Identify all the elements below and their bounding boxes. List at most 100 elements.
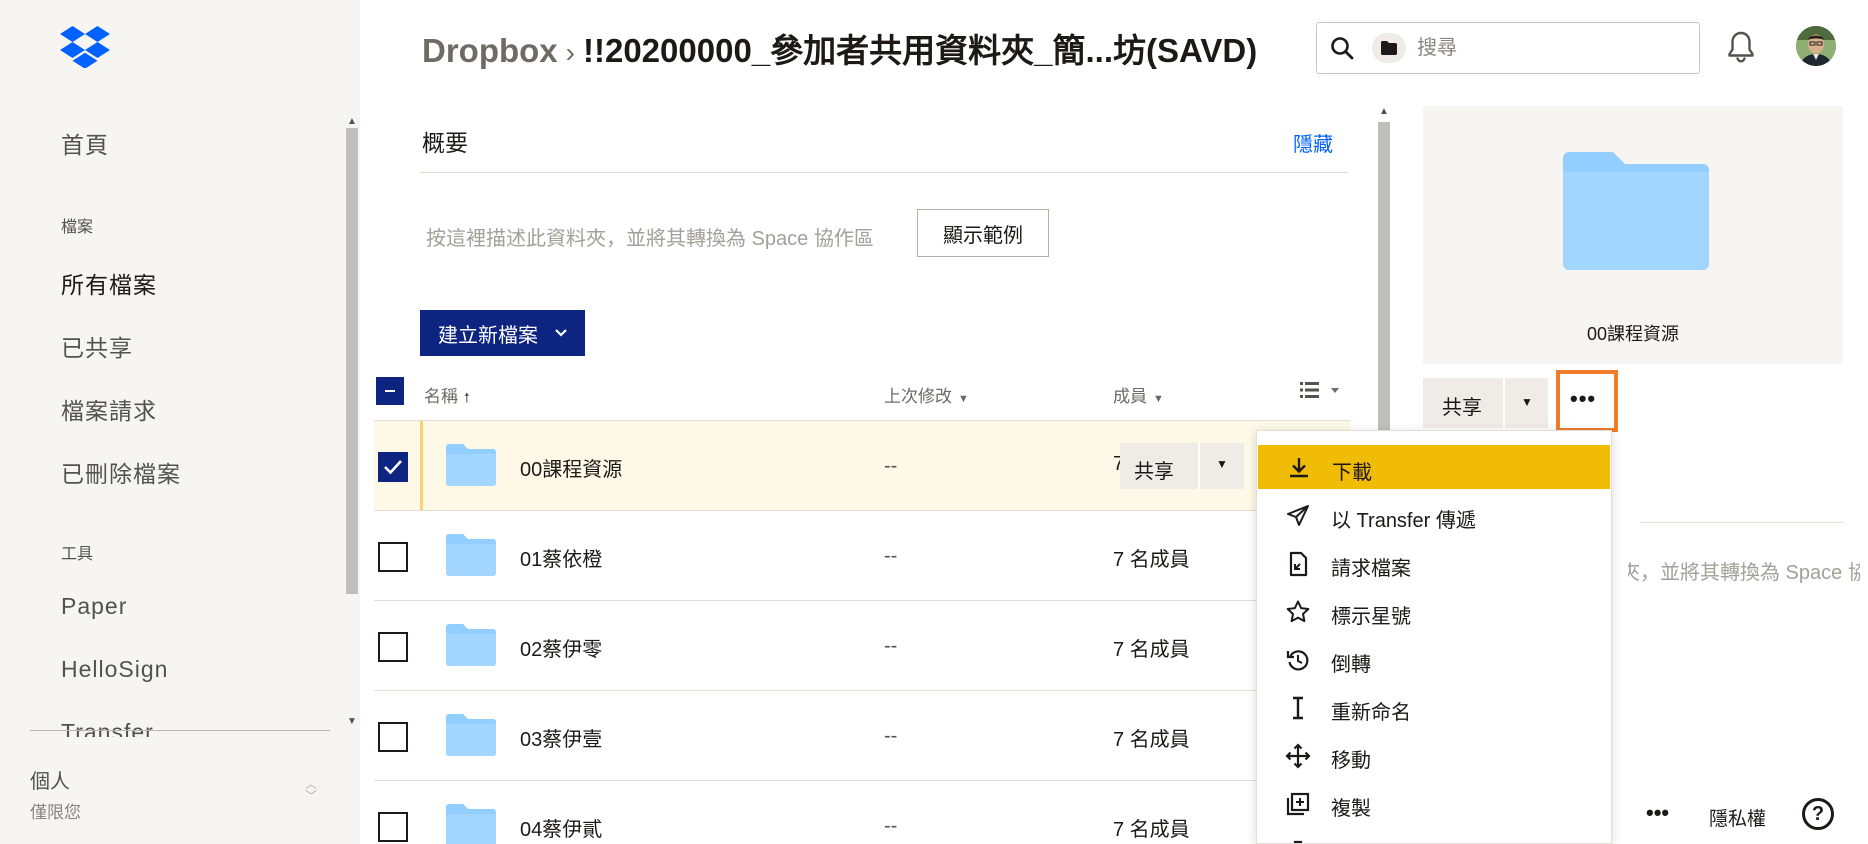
chevron-down-icon <box>555 329 567 337</box>
overview-title: 概要 <box>422 130 468 156</box>
panel-share-button[interactable]: 共享 ▼ <box>1423 378 1548 428</box>
row-modified: -- <box>884 725 898 747</box>
create-new-file-label: 建立新檔案 <box>438 324 538 347</box>
column-name[interactable]: 名稱 🠕 <box>424 382 470 411</box>
sidebar-item-home[interactable]: 首頁 <box>61 126 109 160</box>
row-checkbox[interactable] <box>378 542 408 572</box>
breadcrumb-current: !!20200000_參加者共用資料夾_簡...坊(SAVD) <box>583 32 1258 69</box>
menu-item-label: 刪除 <box>1331 840 1371 843</box>
menu-item-delete[interactable]: 刪除 <box>1257 829 1611 843</box>
row-name[interactable]: 00課程資源 <box>520 453 622 482</box>
row-name[interactable]: 04蔡伊貳 <box>520 813 602 842</box>
folder-icon <box>446 714 496 756</box>
footer-more-icon[interactable]: ••• <box>1646 800 1669 826</box>
avatar[interactable] <box>1796 26 1836 66</box>
row-checkbox[interactable] <box>378 632 408 662</box>
row-checkbox[interactable] <box>378 722 408 752</box>
select-all-checkbox[interactable] <box>376 377 404 405</box>
overview-description[interactable]: 按這裡描述此資料夾，並將其轉換為 Space 協作區 <box>426 222 874 251</box>
row-share-button[interactable]: 共享 ▼ <box>1120 443 1244 489</box>
sidebar-item-all-files[interactable]: 所有檔案 <box>61 266 157 300</box>
row-members: 7 名成員 <box>1113 819 1190 841</box>
breadcrumb-root[interactable]: Dropbox <box>422 32 558 69</box>
main-scroll-up-icon[interactable]: ▲ <box>1379 106 1389 117</box>
column-modified[interactable]: 上次修改 ▼ <box>884 382 969 407</box>
column-members[interactable]: 成員 ▼ <box>1113 382 1164 407</box>
menu-item-rename[interactable]: 重新命名 <box>1257 685 1611 729</box>
folder-icon <box>446 624 496 666</box>
sidebar-divider <box>30 730 330 731</box>
move-icon <box>1285 743 1311 769</box>
download-icon <box>1290 458 1308 478</box>
row-name[interactable]: 02蔡伊零 <box>520 633 602 662</box>
menu-item-download[interactable]: 下載 <box>1258 445 1610 489</box>
menu-item-label: 請求檔案 <box>1331 558 1411 580</box>
panel-share-label: 共享 <box>1442 397 1482 419</box>
sidebar-scroll-thumb[interactable] <box>346 128 358 594</box>
sidebar-item-paper[interactable]: Paper <box>61 593 127 620</box>
share-split-divider <box>1503 378 1505 428</box>
table-row[interactable]: 01蔡依橙 -- 7 名成員 <box>374 510 1350 600</box>
row-name[interactable]: 03蔡伊壹 <box>520 723 602 752</box>
sidebar-scroll-down-icon[interactable]: ▼ <box>347 716 357 727</box>
search-input[interactable] <box>1417 32 1687 64</box>
show-example-button[interactable]: 顯示範例 <box>917 209 1049 257</box>
row-checkbox[interactable] <box>378 452 408 482</box>
folder-icon <box>1563 152 1709 270</box>
menu-item-label: 複製 <box>1331 798 1371 820</box>
folder-icon <box>446 444 496 486</box>
menu-item-rewind[interactable]: 倒轉 <box>1257 637 1611 681</box>
menu-item-send-transfer[interactable]: 以 Transfer 傳遞 <box>1257 493 1611 537</box>
menu-item-move[interactable]: 移動 <box>1257 733 1611 777</box>
user-photo-icon <box>1796 26 1836 66</box>
sidebar-scroll-up-icon[interactable]: ▲ <box>347 116 357 127</box>
menu-item-star[interactable]: 標示星號 <box>1257 589 1611 633</box>
text-cursor-icon <box>1293 696 1303 720</box>
table-row[interactable]: 03蔡伊壹 -- 7 名成員 <box>374 690 1350 780</box>
sidebar-item-shared[interactable]: 已共享 <box>61 329 133 363</box>
create-new-file-button[interactable]: 建立新檔案 <box>420 310 585 356</box>
breadcrumb: Dropbox › !!20200000_參加者共用資料夾_簡...坊(SAVD) <box>422 24 1312 72</box>
privacy-link[interactable]: 隱私權 <box>1709 804 1766 831</box>
row-name[interactable]: 01蔡依橙 <box>520 543 602 572</box>
panel-divider <box>1640 522 1843 523</box>
search-scope-chip[interactable] <box>1372 33 1406 63</box>
caret-down-icon[interactable]: ▼ <box>1216 457 1228 471</box>
more-actions-menu: 下載 以 Transfer 傳遞 請求檔案 標示星號 倒轉 重新命名 移動 複製… <box>1256 430 1612 844</box>
hide-overview-link[interactable]: 隱藏 <box>1293 128 1333 157</box>
account-switch-icon[interactable]: ︿ ﹀ <box>305 778 317 802</box>
file-table-header: 名稱 🠕 上次修改 ▼ 成員 ▼ <box>374 372 1350 408</box>
menu-item-copy[interactable]: 複製 <box>1257 781 1611 825</box>
search-icon <box>1331 37 1354 60</box>
row-checkbox[interactable] <box>378 812 408 842</box>
sidebar-item-file-requests[interactable]: 檔案請求 <box>61 392 157 426</box>
folder-icon <box>446 534 496 576</box>
sidebar-item-hellosign[interactable]: HelloSign <box>61 656 168 683</box>
table-row[interactable]: 00課程資源 -- 7 共享 ▼ <box>374 420 1350 511</box>
row-modified: -- <box>884 455 898 477</box>
bell-icon[interactable] <box>1726 30 1756 64</box>
account-name[interactable]: 個人 <box>30 765 70 794</box>
row-modified: -- <box>884 815 898 837</box>
trash-icon <box>1293 840 1303 843</box>
help-icon[interactable]: ? <box>1802 798 1834 830</box>
sidebar-item-deleted-files[interactable]: 已刪除檔案 <box>61 455 181 489</box>
star-icon <box>1286 600 1310 623</box>
caret-down-icon: ▼ <box>958 393 969 405</box>
more-actions-button[interactable]: ••• <box>1556 370 1618 432</box>
list-view-icon[interactable] <box>1299 380 1347 400</box>
folder-preview: 00課程資源 <box>1423 106 1843 364</box>
share-split-divider <box>1198 443 1200 489</box>
sort-up-arrow-icon: 🠕 <box>464 390 470 405</box>
dropbox-logo-icon[interactable] <box>60 26 110 68</box>
panel-description[interactable]: 按這裡描述此資料夾，並將其轉換為 Space 協作區 <box>1628 556 1860 585</box>
folder-icon <box>446 804 496 844</box>
column-modified-label: 上次修改 <box>884 387 952 406</box>
table-row[interactable]: 04蔡伊貳 -- 7 名成員 <box>374 780 1350 844</box>
search-box[interactable] <box>1316 22 1700 74</box>
caret-down-icon[interactable]: ▼ <box>1521 395 1533 409</box>
table-row[interactable]: 02蔡伊零 -- 7 名成員 <box>374 600 1350 690</box>
menu-item-request-files[interactable]: 請求檔案 <box>1257 541 1611 585</box>
sidebar-item-transfer[interactable]: Transfer <box>61 719 154 737</box>
file-request-icon <box>1289 551 1308 577</box>
